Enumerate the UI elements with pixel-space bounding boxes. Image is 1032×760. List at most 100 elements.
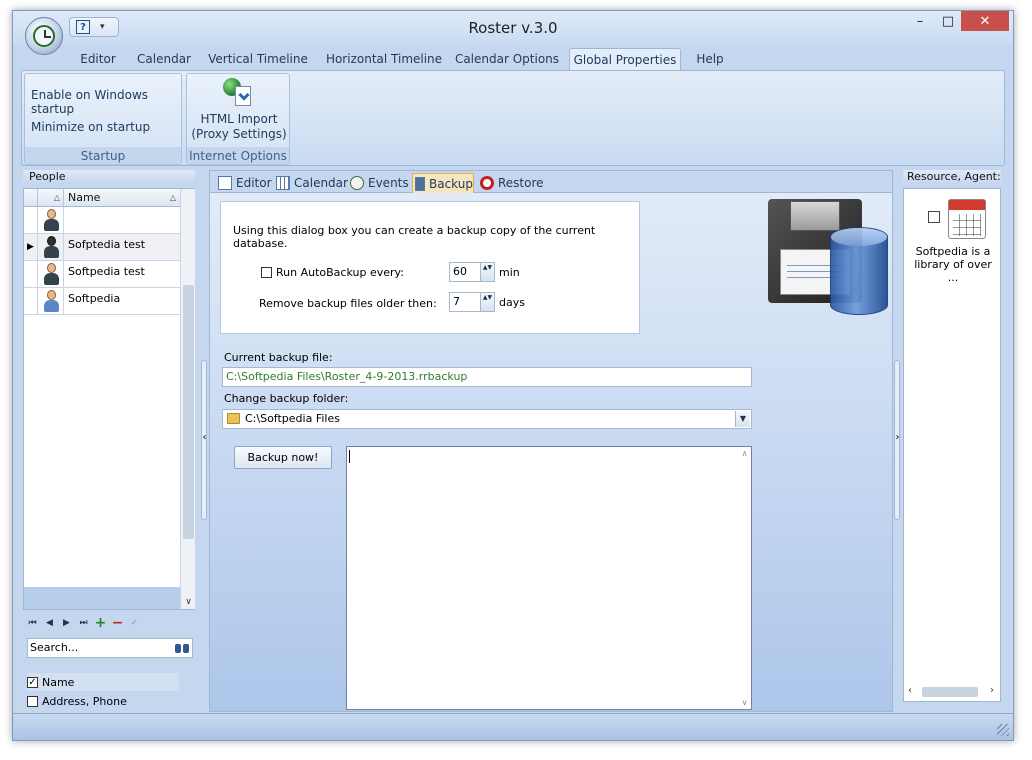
people-header: People bbox=[23, 170, 195, 184]
autobackup-label: Run AutoBackup every: bbox=[276, 266, 404, 279]
table-row[interactable]: Softpedia test bbox=[24, 261, 180, 288]
html-import-button[interactable]: HTML Import (Proxy Settings) bbox=[187, 76, 291, 148]
resource-item-text[interactable]: Softpedia is a library of over ... bbox=[908, 245, 998, 284]
ribbon-tab-vertical-timeline[interactable]: Vertical Timeline bbox=[205, 48, 311, 70]
resource-checkbox[interactable] bbox=[928, 211, 940, 223]
search-input[interactable]: Search... bbox=[27, 638, 193, 658]
remove-older-stepper[interactable]: 7 ▲▼ bbox=[449, 292, 495, 312]
indicator-column bbox=[24, 189, 38, 207]
backup-log-textarea[interactable]: ∧ ∨ bbox=[346, 446, 752, 710]
backup-folder-select[interactable]: C:\Softpedia Files ▼ bbox=[222, 409, 752, 429]
person-name: Softpedia bbox=[68, 292, 121, 305]
autobackup-interval-stepper[interactable]: 60 ▲▼ bbox=[449, 262, 495, 282]
spin-arrows-icon[interactable]: ▲▼ bbox=[480, 293, 494, 311]
collapse-right-icon[interactable]: › bbox=[893, 432, 902, 443]
next-record-icon[interactable]: ▶ bbox=[59, 615, 74, 630]
ribbon-tab-calendar-options[interactable]: Calendar Options bbox=[453, 48, 561, 70]
person-name: Sofptedia test bbox=[68, 238, 146, 251]
avatar bbox=[38, 207, 64, 233]
backup-info-text: Using this dialog box you can create a b… bbox=[233, 224, 596, 250]
autobackup-row[interactable]: Run AutoBackup every: bbox=[261, 266, 404, 279]
tab-editor[interactable]: Editor bbox=[218, 173, 272, 193]
filter-address-checkbox[interactable] bbox=[27, 695, 38, 707]
scroll-thumb[interactable] bbox=[922, 687, 978, 697]
title-bar: Roster v.3.0 ? ▾ – □ ✕ bbox=[13, 11, 1013, 45]
backup-folder-value: C:\Softpedia Files bbox=[245, 412, 340, 425]
minimize-button[interactable]: – bbox=[905, 11, 935, 31]
text-caret bbox=[349, 450, 350, 463]
tab-restore[interactable]: Restore bbox=[480, 173, 544, 193]
person-name: Softpedia test bbox=[68, 265, 145, 278]
log-scrollbar[interactable]: ∧ ∨ bbox=[738, 447, 751, 709]
ribbon-tab-horizontal-timeline[interactable]: Horizontal Timeline bbox=[321, 48, 447, 70]
people-grid: △ Name △ ▶ Sofptedia test Softpedia test bbox=[23, 188, 195, 610]
change-backup-folder-label: Change backup folder: bbox=[224, 392, 349, 405]
calendar-icon bbox=[276, 176, 290, 190]
tab-calendar[interactable]: Calendar bbox=[276, 173, 348, 193]
ribbon-tab-bar: Editor Calendar Vertical Timeline Horizo… bbox=[13, 45, 1013, 70]
scroll-left-icon[interactable]: ‹ bbox=[908, 685, 912, 696]
delete-record-icon[interactable]: − bbox=[110, 615, 125, 631]
ribbon-tab-help[interactable]: Help bbox=[689, 48, 731, 70]
resize-grip-icon[interactable] bbox=[997, 724, 1009, 736]
ribbon-tab-global-properties[interactable]: Global Properties bbox=[569, 48, 681, 70]
tab-events[interactable]: Events bbox=[350, 173, 409, 193]
filter-address-row[interactable]: Address, Phone bbox=[27, 692, 179, 710]
table-row[interactable]: Softpedia bbox=[24, 288, 180, 315]
minimize-on-startup-button[interactable]: Minimize on startup bbox=[31, 120, 150, 134]
autobackup-value: 60 bbox=[453, 265, 467, 278]
current-backup-file-field[interactable]: C:\Softpedia Files\Roster_4-9-2013.rrbac… bbox=[222, 367, 752, 387]
first-record-icon[interactable]: ⏮ bbox=[25, 615, 40, 630]
spin-arrows-icon[interactable]: ▲▼ bbox=[480, 263, 494, 281]
autobackup-unit: min bbox=[499, 266, 520, 279]
tab-backup-label: Backup bbox=[429, 176, 473, 191]
scroll-right-icon[interactable]: › bbox=[990, 685, 994, 696]
current-backup-file-label: Current backup file: bbox=[224, 351, 333, 364]
qat-dropdown-icon[interactable]: ▾ bbox=[100, 22, 105, 32]
chevron-down-icon[interactable]: ▼ bbox=[735, 411, 750, 427]
filter-name-row[interactable]: ✓ Name bbox=[27, 673, 179, 691]
right-splitter[interactable]: › bbox=[893, 170, 902, 712]
left-splitter[interactable]: ‹ bbox=[200, 170, 209, 712]
row-indicator bbox=[24, 207, 38, 233]
backup-now-button[interactable]: Backup now! bbox=[234, 446, 332, 469]
scroll-down-icon[interactable]: ∨ bbox=[181, 597, 196, 607]
tab-backup[interactable]: Backup bbox=[412, 173, 474, 193]
maximize-button[interactable]: □ bbox=[935, 11, 961, 31]
filter-name-checkbox[interactable]: ✓ bbox=[27, 676, 38, 688]
table-row[interactable] bbox=[24, 207, 180, 234]
table-row[interactable]: ▶ Sofptedia test bbox=[24, 234, 180, 261]
globe-import-icon bbox=[223, 78, 255, 110]
status-bar bbox=[13, 713, 1013, 740]
resource-hscrollbar[interactable]: ‹ › bbox=[906, 685, 998, 699]
tab-restore-label: Restore bbox=[498, 176, 544, 190]
prev-record-icon[interactable]: ◀ bbox=[42, 615, 57, 630]
binoculars-icon[interactable] bbox=[174, 641, 190, 655]
app-menu-button[interactable] bbox=[25, 17, 63, 55]
scroll-down-icon[interactable]: ∨ bbox=[738, 698, 751, 707]
lifebuoy-icon bbox=[480, 176, 494, 190]
clock-icon bbox=[33, 25, 55, 47]
name-column-header[interactable]: Name △ bbox=[64, 189, 180, 207]
enable-on-startup-button[interactable]: Enable on Windows startup bbox=[31, 88, 181, 116]
autobackup-checkbox[interactable] bbox=[261, 267, 272, 278]
scroll-thumb[interactable] bbox=[183, 285, 194, 539]
row-indicator: ▶ bbox=[24, 234, 38, 260]
tab-editor-label: Editor bbox=[236, 176, 272, 190]
grid-scrollbar[interactable]: ∨ bbox=[180, 189, 195, 609]
image-column-header[interactable]: △ bbox=[38, 189, 64, 207]
sub-tab-bar: Editor Calendar Events Backup Restore bbox=[210, 171, 892, 193]
window-title: Roster v.3.0 bbox=[468, 19, 558, 37]
startup-group: Enable on Windows startup Minimize on st… bbox=[24, 73, 182, 165]
ribbon-tab-calendar[interactable]: Calendar bbox=[131, 48, 197, 70]
add-record-icon[interactable]: + bbox=[93, 615, 108, 631]
collapse-left-icon[interactable]: ‹ bbox=[200, 432, 209, 443]
close-button[interactable]: ✕ bbox=[961, 11, 1009, 31]
scroll-up-icon[interactable]: ∧ bbox=[738, 449, 751, 458]
last-record-icon[interactable]: ⏭ bbox=[76, 615, 91, 630]
sort-icon: △ bbox=[169, 193, 176, 202]
confirm-record-icon[interactable]: ✓ bbox=[127, 615, 142, 630]
help-button[interactable]: ? bbox=[76, 20, 90, 34]
avatar bbox=[38, 261, 64, 287]
ribbon-tab-editor[interactable]: Editor bbox=[71, 48, 125, 70]
